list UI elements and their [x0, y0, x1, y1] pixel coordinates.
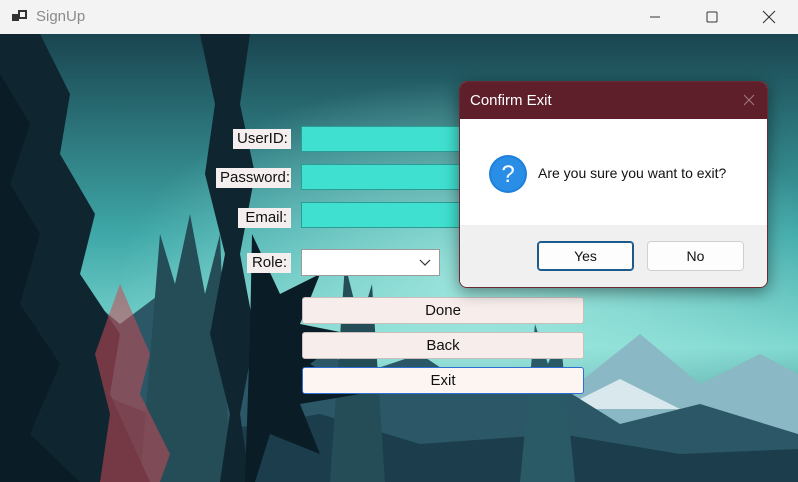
password-field[interactable] [301, 164, 461, 190]
close-button[interactable] [740, 0, 798, 34]
dialog-close-icon[interactable] [743, 94, 755, 106]
chevron-down-icon [419, 259, 431, 266]
userid-label: UserID: [233, 129, 291, 149]
app-window-icon [12, 10, 27, 21]
role-dropdown[interactable] [301, 249, 440, 276]
role-label: Role: [247, 253, 291, 273]
question-icon: ? [489, 155, 527, 193]
dialog-footer: Yes No [460, 225, 767, 287]
close-icon [762, 10, 776, 24]
minimize-button[interactable] [626, 0, 684, 34]
password-label: Password: [216, 168, 291, 188]
maximize-icon [706, 11, 718, 23]
yes-button[interactable]: Yes [537, 241, 634, 271]
dialog-message: Are you sure you want to exit? [538, 165, 727, 181]
dialog-title: Confirm Exit [470, 92, 552, 109]
no-button[interactable]: No [647, 241, 744, 271]
done-button[interactable]: Done [302, 297, 584, 324]
title-bar: SignUp [0, 0, 798, 34]
window-title: SignUp [36, 8, 86, 25]
back-button[interactable]: Back [302, 332, 584, 359]
confirm-exit-dialog: Confirm Exit ? Are you sure you want to … [459, 81, 768, 288]
minimize-icon [650, 16, 660, 18]
svg-text:?: ? [501, 161, 514, 188]
userid-field[interactable] [301, 126, 461, 152]
dialog-title-bar: Confirm Exit [460, 82, 767, 119]
email-label: Email: [238, 208, 291, 228]
maximize-button[interactable] [683, 0, 741, 34]
email-field[interactable] [301, 202, 461, 228]
exit-button[interactable]: Exit [302, 367, 584, 394]
